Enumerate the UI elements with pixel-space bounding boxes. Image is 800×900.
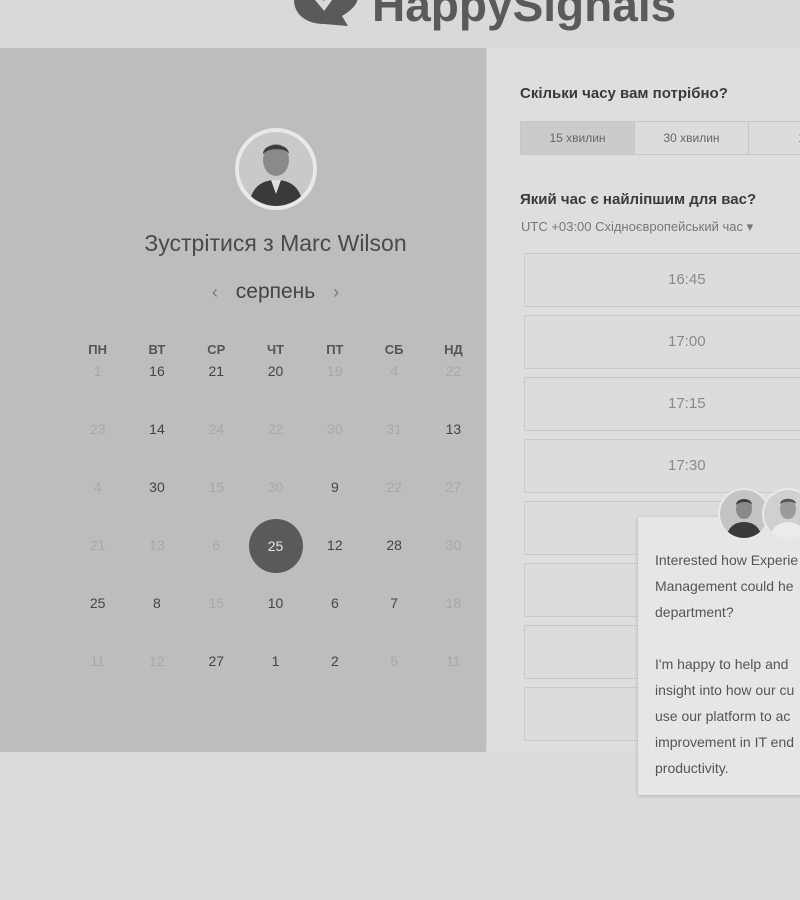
calendar-day: 22 bbox=[445, 363, 462, 379]
weekday-label: ЧТ bbox=[267, 342, 285, 357]
calendar-day: 1 bbox=[93, 363, 102, 379]
calendar-day: 11 bbox=[90, 653, 105, 669]
chat-popup[interactable]: Interested how Experie Management could … bbox=[638, 517, 800, 795]
calendar-day: 24 bbox=[208, 421, 225, 437]
weekday-label: ПТ bbox=[326, 342, 344, 357]
chat-line: insight into how our cu bbox=[655, 682, 795, 698]
calendar-day[interactable]: 25 bbox=[68, 594, 127, 652]
month-label: серпень bbox=[235, 280, 316, 303]
month-navigator: ‹ серпень › bbox=[0, 280, 551, 304]
header: HappySignals bbox=[0, 0, 800, 48]
calendar-day: 31 bbox=[386, 421, 402, 437]
person-icon bbox=[720, 490, 768, 538]
duration-tab[interactable]: 1 г bbox=[748, 121, 800, 155]
host-avatar bbox=[235, 128, 317, 210]
weekday-label: ПН bbox=[88, 342, 108, 357]
calendar-week: 21 13 6 25 12 28 30 bbox=[68, 519, 484, 594]
weekday-header: ПН ВТ СР ЧТ ПТ СБ НД bbox=[68, 342, 484, 357]
calendar-day[interactable]: 16 bbox=[127, 362, 186, 420]
chat-line: use our platform to ac bbox=[655, 708, 791, 724]
calendar-day: 27 bbox=[445, 479, 462, 495]
calendar-day: 22 bbox=[267, 421, 284, 437]
duration-tabs: 15 хвилин 30 хвилин 1 г bbox=[520, 121, 800, 155]
calendar-day[interactable]: 2 bbox=[305, 652, 364, 710]
calendar-day[interactable]: 7 bbox=[364, 594, 423, 652]
calendar-week: 11 12 27 1 2 5 11 bbox=[68, 652, 484, 710]
calendar-day[interactable]: 9 bbox=[305, 478, 364, 536]
calendar-day: 15 bbox=[208, 479, 225, 495]
person-icon bbox=[764, 490, 800, 538]
chat-line: improvement in IT end bbox=[655, 734, 795, 750]
time-slot[interactable]: 16:45 bbox=[524, 253, 800, 307]
calendar-day: 11 bbox=[446, 653, 461, 669]
calendar-day: 15 bbox=[208, 595, 225, 611]
calendar-day[interactable]: 30 bbox=[127, 478, 186, 536]
calendar-day: 19 bbox=[327, 363, 343, 379]
calendar-day[interactable]: 1 bbox=[246, 652, 305, 710]
calendar-day[interactable]: 13 bbox=[424, 420, 483, 478]
time-slot[interactable]: 17:15 bbox=[524, 377, 800, 431]
weekday-label: СБ bbox=[384, 342, 404, 357]
calendar-day[interactable]: 20 bbox=[246, 362, 305, 420]
chat-line: Interested how Experie bbox=[655, 552, 799, 568]
time-slot[interactable]: 17:30 bbox=[524, 439, 800, 493]
brand-name: HappySignals bbox=[372, 0, 677, 31]
chevron-right-icon[interactable]: › bbox=[321, 282, 351, 303]
calendar-day[interactable]: 6 bbox=[305, 594, 364, 652]
chat-line: department? bbox=[655, 604, 734, 620]
calendar-day[interactable]: 28 bbox=[364, 536, 423, 594]
duration-question: Скільки часу вам потрібно? bbox=[520, 85, 728, 102]
person-icon bbox=[239, 132, 313, 206]
calendar-day[interactable]: 8 bbox=[127, 594, 186, 652]
calendar-week: 25 8 15 10 6 7 18 bbox=[68, 594, 484, 652]
timezone-select[interactable]: UTC +03:00 Східноєвропейський час ▾ bbox=[521, 219, 753, 235]
weekday-label: НД bbox=[444, 342, 463, 357]
calendar-day[interactable]: 14 bbox=[127, 420, 186, 478]
calendar-day-selected[interactable]: 25 bbox=[246, 519, 305, 594]
calendar-day[interactable]: 12 bbox=[305, 536, 364, 594]
weekday-label: СР bbox=[207, 342, 226, 357]
calendar-day[interactable]: 27 bbox=[187, 652, 246, 710]
calendar-week: 23 14 24 22 30 31 13 bbox=[68, 420, 484, 478]
chat-line: Management could he bbox=[655, 578, 794, 594]
calendar-day: 30 bbox=[445, 537, 462, 553]
logo-icon bbox=[294, 0, 358, 26]
calendar-day: 4 bbox=[390, 363, 399, 379]
scheduler-panel: Зустрітися з Marc Wilson ‹ серпень › ПН … bbox=[0, 48, 486, 752]
calendar: ПН ВТ СР ЧТ ПТ СБ НД 1 16 21 20 19 4 22 23 14 24 2… bbox=[68, 342, 484, 710]
meeting-title: Зустрітися з Marc Wilson bbox=[144, 230, 407, 256]
calendar-day: 5 bbox=[390, 653, 399, 669]
chat-line: productivity. bbox=[655, 760, 729, 776]
calendar-day[interactable]: 21 bbox=[187, 362, 246, 420]
chevron-left-icon[interactable]: ‹ bbox=[200, 282, 230, 303]
calendar-day: 22 bbox=[386, 479, 402, 495]
calendar-day: 4 bbox=[93, 479, 102, 495]
duration-tab[interactable]: 15 хвилин bbox=[520, 121, 635, 155]
calendar-day[interactable]: 10 bbox=[246, 594, 305, 652]
calendar-day: 13 bbox=[149, 537, 165, 553]
calendar-day: 12 bbox=[149, 653, 165, 669]
calendar-day: 23 bbox=[89, 421, 106, 437]
calendar-day: 18 bbox=[445, 595, 462, 611]
duration-tab[interactable]: 30 хвилин bbox=[634, 121, 749, 155]
weekday-label: ВТ bbox=[148, 342, 166, 357]
calendar-week: 1 16 21 20 19 4 22 bbox=[68, 362, 484, 420]
time-question: Який час є найліпшим для вас? bbox=[520, 191, 757, 208]
chat-line: I'm happy to help and bbox=[655, 656, 789, 672]
calendar-day: 30 bbox=[327, 421, 343, 437]
time-slot[interactable]: 17:00 bbox=[524, 315, 800, 369]
calendar-day: 21 bbox=[89, 537, 106, 553]
calendar-day: 6 bbox=[212, 537, 221, 553]
